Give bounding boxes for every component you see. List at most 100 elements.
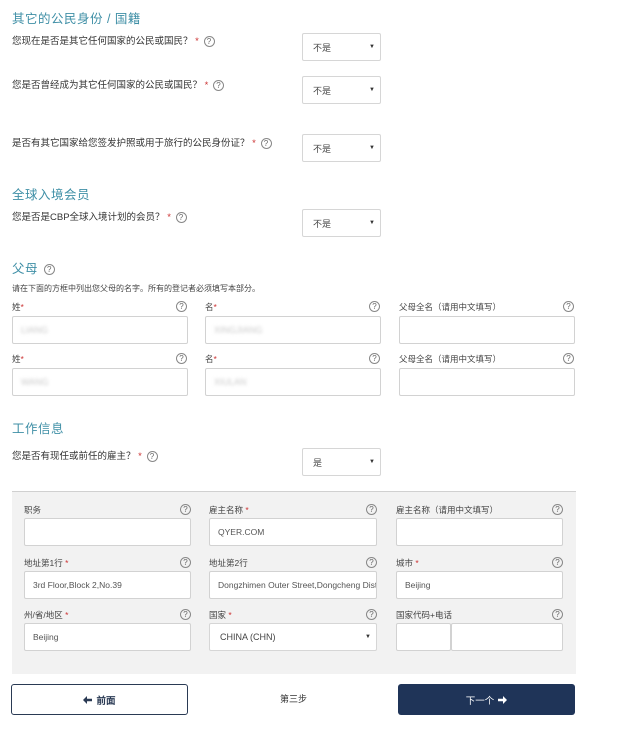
- required-mark: *: [138, 451, 142, 462]
- label-country: 国家 *: [209, 609, 232, 621]
- help-icon[interactable]: ?: [563, 301, 574, 312]
- select-former-citizen[interactable]: 不是 ▼: [302, 76, 381, 104]
- label-job-title: 职务: [24, 505, 42, 515]
- help-icon[interactable]: ?: [213, 79, 224, 91]
- select-has-employer[interactable]: 是 ▼: [302, 448, 381, 476]
- required-mark: *: [204, 80, 209, 91]
- help-icon[interactable]: ?: [176, 353, 187, 364]
- required-mark: *: [228, 610, 232, 620]
- section-title-citizenship: 其它的公民身份 / 国籍: [12, 12, 141, 26]
- help-icon[interactable]: ?: [203, 35, 215, 47]
- input-parent2-surname[interactable]: WANG: [12, 368, 188, 396]
- required-mark: *: [245, 505, 249, 515]
- input-value: LIANG: [21, 325, 49, 335]
- input-value: WANG: [21, 377, 49, 387]
- label-text: 城市: [396, 558, 414, 568]
- help-icon[interactable]: ?: [369, 353, 380, 364]
- help-icon[interactable]: ?: [563, 353, 574, 364]
- arrow-left-icon: [83, 695, 93, 704]
- select-current-citizen[interactable]: 不是 ▼: [302, 33, 381, 61]
- label-parent1-fullname: 父母全名（请用中文填写）: [399, 302, 502, 312]
- input-phone-number[interactable]: [451, 623, 563, 651]
- help-icon[interactable]: ?: [366, 504, 377, 515]
- previous-button-label: 前面: [96, 695, 116, 707]
- caret-down-icon: ▼: [365, 634, 371, 640]
- help-icon[interactable]: ?: [180, 504, 191, 515]
- arrow-right-icon: [498, 695, 508, 704]
- label-text: 州/省/地区: [24, 610, 63, 620]
- select-value: 是: [313, 457, 323, 468]
- required-mark: *: [65, 610, 69, 620]
- help-icon[interactable]: ?: [552, 557, 563, 568]
- input-city[interactable]: Beijing: [396, 571, 563, 599]
- select-cbp-member[interactable]: 不是 ▼: [302, 209, 381, 237]
- input-employer-cn[interactable]: [396, 518, 563, 546]
- select-value: CHINA (CHN): [220, 632, 276, 642]
- input-value: Dongzhimen Outer Street,Dongcheng Distr: [218, 580, 377, 590]
- caret-down-icon: ▼: [369, 44, 375, 50]
- label-address2: 地址第2行: [209, 558, 248, 568]
- select-value: 不是: [313, 143, 332, 154]
- label-text: 名: [205, 354, 214, 364]
- question-label: 您现在是否是其它任何国家的公民或国民？: [12, 36, 193, 47]
- question-current-citizen: 您现在是否是其它任何国家的公民或国民？ * ?: [12, 33, 215, 47]
- input-parent1-given[interactable]: XINGJIANG: [205, 316, 381, 344]
- question-has-employer: 您是否有现任或前任的雇主？ * ?: [12, 448, 158, 462]
- input-parent1-surname[interactable]: LIANG: [12, 316, 188, 344]
- help-icon[interactable]: ?: [366, 557, 377, 568]
- help-icon[interactable]: ?: [369, 301, 380, 312]
- help-icon[interactable]: ?: [180, 557, 191, 568]
- label-parent2-surname: 姓*: [12, 353, 24, 365]
- required-mark: *: [65, 558, 69, 568]
- input-value: QYER.COM: [218, 527, 265, 537]
- next-button[interactable]: 下一个: [398, 684, 575, 715]
- help-icon[interactable]: ?: [366, 609, 377, 620]
- input-job-title[interactable]: [24, 518, 191, 546]
- label-text: 姓: [12, 302, 21, 312]
- input-parent2-given[interactable]: XIULAN: [205, 368, 381, 396]
- help-icon[interactable]: ?: [260, 137, 272, 149]
- caret-down-icon: ▼: [369, 87, 375, 93]
- label-text: 姓: [12, 354, 21, 364]
- help-icon[interactable]: ?: [552, 609, 563, 620]
- input-phone-country-code[interactable]: [396, 623, 451, 651]
- input-parent1-fullname[interactable]: [399, 316, 575, 344]
- help-icon[interactable]: ?: [146, 450, 158, 462]
- label-text: 地址第1行: [24, 558, 63, 568]
- help-icon[interactable]: ?: [180, 609, 191, 620]
- label-parent2-given: 名*: [205, 353, 217, 365]
- label-phone: 国家代码+电话: [396, 610, 452, 620]
- caret-down-icon: ▼: [369, 145, 375, 151]
- required-mark: *: [415, 558, 419, 568]
- label-city: 城市 *: [396, 557, 419, 569]
- section-title-employment: 工作信息: [12, 422, 65, 436]
- parents-note: 请在下面的方框中列出您父母的名字。所有的登记者必须填写本部分。: [12, 284, 260, 293]
- select-other-passport[interactable]: 不是 ▼: [302, 134, 381, 162]
- help-icon[interactable]: ?: [552, 504, 563, 515]
- help-icon[interactable]: ?: [176, 301, 187, 312]
- select-value: 不是: [313, 85, 332, 96]
- label-address1: 地址第1行 *: [24, 557, 68, 569]
- caret-down-icon: ▼: [369, 220, 375, 226]
- label-parent2-fullname: 父母全名（请用中文填写）: [399, 354, 502, 364]
- label-employer-cn: 雇主名称（请用中文填写）: [396, 505, 499, 515]
- input-parent2-fullname[interactable]: [399, 368, 575, 396]
- input-value: XIULAN: [214, 377, 247, 387]
- input-address2[interactable]: Dongzhimen Outer Street,Dongcheng Distr: [209, 571, 377, 599]
- label-text: 雇主名称: [209, 505, 244, 515]
- input-address1[interactable]: 3rd Floor,Block 2,No.39: [24, 571, 191, 599]
- section-title-global-entry: 全球入境会员: [12, 188, 91, 202]
- help-icon[interactable]: ?: [175, 211, 187, 223]
- help-icon[interactable]: ?: [44, 264, 55, 276]
- input-employer[interactable]: QYER.COM: [209, 518, 377, 546]
- label-text: 名: [205, 302, 214, 312]
- section-title-parents: 父母 ?: [12, 258, 55, 277]
- previous-button[interactable]: 前面: [11, 684, 188, 715]
- required-mark: *: [20, 302, 24, 312]
- input-value: XINGJIANG: [214, 325, 263, 335]
- input-value: Beijing: [33, 632, 59, 642]
- caret-down-icon: ▼: [369, 459, 375, 465]
- input-value: Beijing: [405, 580, 431, 590]
- input-state[interactable]: Beijing: [24, 623, 191, 651]
- select-country[interactable]: CHINA (CHN) ▼: [209, 623, 377, 651]
